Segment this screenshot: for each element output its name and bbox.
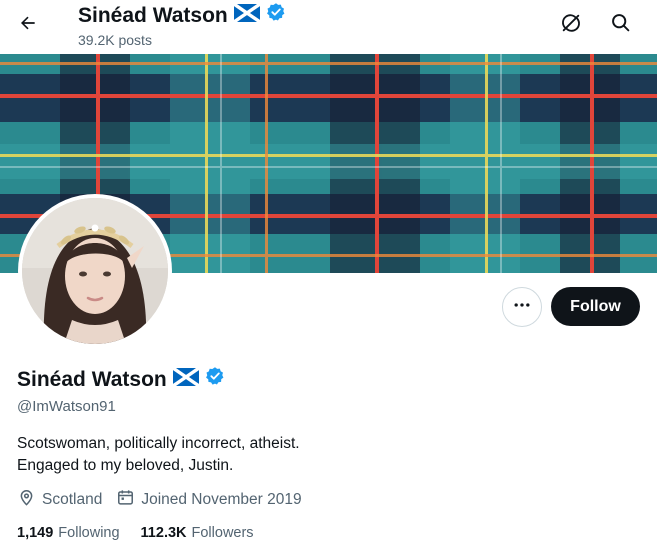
followers-label: Followers bbox=[191, 525, 254, 541]
profile-meta: Scotland Joined November 2019 bbox=[17, 488, 316, 512]
avatar-image bbox=[22, 198, 168, 344]
header-name: Sinéad Watson bbox=[78, 3, 228, 27]
header-post-count: 39.2K posts bbox=[78, 32, 152, 48]
more-horizontal-icon bbox=[512, 295, 532, 320]
grok-icon bbox=[560, 12, 582, 39]
bio-line: Engaged to my beloved, Justin. bbox=[17, 457, 234, 474]
following-count: 1,149 bbox=[17, 525, 54, 541]
verified-badge-icon bbox=[266, 2, 286, 29]
arrow-left-icon bbox=[18, 13, 38, 38]
scotland-flag-icon bbox=[232, 2, 261, 29]
followers-link[interactable]: 112.3K Followers bbox=[141, 525, 254, 541]
profile-bio: Scotswoman, politically incorrect, athei… bbox=[17, 433, 300, 477]
profile-name: Sinéad Watson bbox=[17, 368, 167, 391]
search-icon bbox=[610, 12, 631, 38]
location-text: Scotland bbox=[42, 491, 103, 508]
verified-badge-icon[interactable] bbox=[205, 366, 225, 394]
location-item: Scotland bbox=[17, 488, 102, 512]
following-label: Following bbox=[58, 525, 120, 541]
back-button[interactable] bbox=[8, 5, 48, 45]
header-titles: Sinéad Watson 39.2K posts bbox=[78, 2, 286, 48]
followers-count: 112.3K bbox=[140, 525, 187, 541]
grok-button[interactable] bbox=[551, 5, 591, 45]
follow-button[interactable]: Follow bbox=[551, 287, 640, 326]
avatar[interactable] bbox=[22, 198, 168, 344]
following-link[interactable]: 1,149 Following bbox=[17, 525, 120, 541]
location-pin-icon bbox=[17, 488, 36, 512]
profile-name-row: Sinéad Watson bbox=[17, 366, 225, 394]
joined-text: Joined November 2019 bbox=[141, 491, 302, 508]
more-options-button[interactable] bbox=[502, 287, 542, 327]
scotland-flag-icon bbox=[171, 366, 200, 394]
profile-avatar-frame[interactable] bbox=[18, 194, 172, 348]
calendar-icon bbox=[116, 488, 135, 512]
search-button[interactable] bbox=[600, 5, 640, 45]
top-bar: Sinéad Watson 39.2K posts bbox=[0, 0, 659, 54]
profile-handle: @ImWatson91 bbox=[17, 398, 116, 415]
follow-counts: 1,149 Following 112.3K Followers bbox=[17, 525, 275, 541]
joined-item: Joined November 2019 bbox=[116, 488, 302, 512]
bio-line: Scotswoman, politically incorrect, athei… bbox=[17, 435, 300, 452]
header-name-row: Sinéad Watson bbox=[78, 2, 286, 29]
